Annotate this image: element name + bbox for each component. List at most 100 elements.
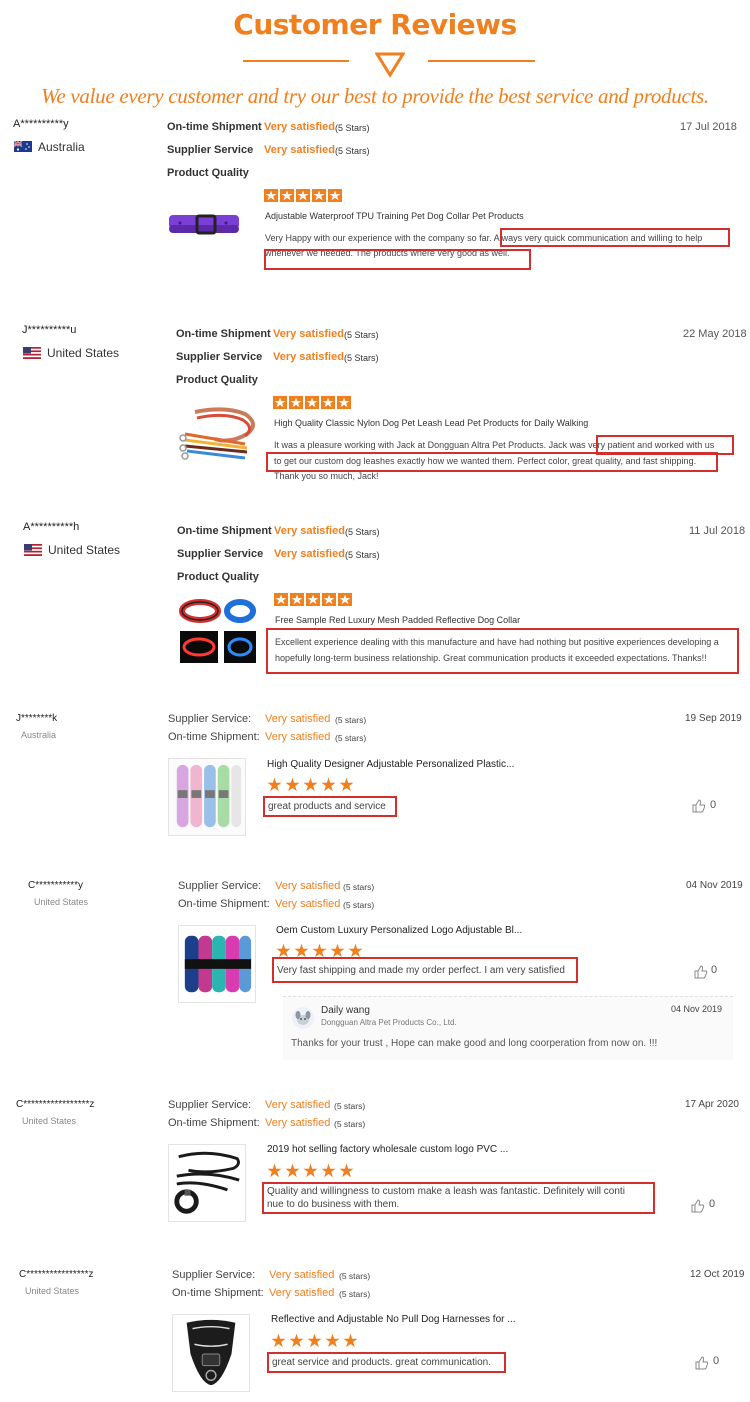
title-divider-right: [428, 60, 535, 62]
stars-note: (5 stars): [335, 733, 367, 743]
reviewer-country: United States: [34, 897, 89, 907]
product-image: [178, 597, 258, 665]
reviewer-name: A**********y: [13, 118, 69, 130]
rating-supplier-service: Very satisfied: [265, 1099, 331, 1111]
review-text: Very fast shipping and made my order per…: [277, 965, 565, 976]
thumbs-up-icon[interactable]: [694, 965, 708, 979]
product-image[interactable]: [168, 1144, 246, 1222]
label-ontime-shipment: On-time Shipment: [167, 121, 262, 133]
review-date: 19 Sep 2019: [685, 713, 742, 724]
highlight-box: [500, 228, 730, 247]
star-rating: [264, 189, 342, 202]
stars-note: (5 Stars): [344, 353, 379, 363]
rating-supplier-service: Very satisfied: [273, 351, 344, 363]
stars-note: (5 stars): [334, 1101, 366, 1111]
reviewer-country: United States: [25, 1286, 80, 1296]
thumbs-up-icon[interactable]: [692, 799, 706, 813]
highlight-box: [266, 452, 718, 472]
reviewer-country: United States: [47, 346, 120, 360]
reviewer-name: A**********h: [23, 521, 80, 533]
thumbs-up-icon[interactable]: [691, 1199, 705, 1213]
stars-note: (5 Stars): [335, 146, 370, 156]
label-supplier-service: Supplier Service:: [168, 713, 252, 725]
label-ontime-shipment: On-time Shipment:: [168, 731, 260, 743]
rating-supplier-service: Very satisfied: [264, 144, 335, 156]
product-image[interactable]: [168, 758, 246, 836]
label-ontime-shipment: On-time Shipment: [176, 328, 271, 340]
rating-supplier-service: Very satisfied: [275, 880, 341, 892]
rating-ontime-shipment: Very satisfied: [275, 898, 341, 910]
down-triangle-icon: [375, 52, 405, 78]
stars-note: (5 Stars): [345, 527, 380, 537]
star-rating: [267, 1163, 354, 1178]
reviewer-name: C****************z: [19, 1269, 94, 1280]
us-flag-icon: [23, 347, 41, 359]
stars-note: (5 stars): [334, 1119, 366, 1129]
review-text: great service and products. great commun…: [272, 1357, 491, 1368]
product-image[interactable]: [172, 1314, 250, 1392]
label-ontime-shipment: On-time Shipment:: [168, 1117, 260, 1129]
rating-ontime-shipment: Very satisfied: [269, 1287, 335, 1299]
stars-note: (5 stars): [343, 900, 375, 910]
review-text: hopefully long-term business relationshi…: [275, 653, 707, 663]
tagline: We value every customer and try our best…: [41, 84, 709, 108]
review-text: nue to do business with them.: [267, 1199, 400, 1210]
stars-note: (5 stars): [343, 882, 375, 892]
rating-ontime-shipment: Very satisfied: [264, 121, 335, 133]
reviewer-country: United States: [48, 543, 121, 557]
product-name[interactable]: Reflective and Adjustable No Pull Dog Ha…: [271, 1314, 516, 1325]
product-name[interactable]: High Quality Designer Adjustable Persona…: [267, 759, 514, 770]
rating-supplier-service: Very satisfied: [265, 713, 331, 725]
label-supplier-service: Supplier Service:: [172, 1269, 256, 1281]
label-product-quality: Product Quality: [177, 571, 259, 583]
page-title: Customer Reviews: [233, 8, 517, 41]
review-text: Excellent experience dealing with this m…: [275, 637, 719, 647]
us-flag-icon: [24, 544, 42, 556]
label-ontime-shipment: On-time Shipment:: [178, 898, 270, 910]
reviewer-country: United States: [22, 1116, 77, 1126]
stars-note: (5 Stars): [344, 330, 379, 340]
review-date: 17 Jul 2018: [680, 121, 737, 133]
star-rating: [274, 593, 352, 606]
label-ontime-shipment: On-time Shipment: [177, 525, 272, 537]
product-image[interactable]: [178, 925, 256, 1003]
label-supplier-service: Supplier Service: [177, 548, 264, 560]
like-count: 0: [713, 1355, 720, 1367]
product-image: [166, 207, 246, 247]
reviewer-country: Australia: [38, 140, 85, 154]
star-rating: [273, 396, 351, 409]
star-rating: [271, 1333, 358, 1348]
review-text: great products and service: [268, 801, 386, 812]
product-name: High Quality Classic Nylon Dog Pet Leash…: [274, 418, 589, 428]
review-date: 22 May 2018: [683, 328, 747, 340]
reviewer-name: J********k: [16, 713, 58, 724]
product-name: Free Sample Red Luxury Mesh Padded Refle…: [275, 615, 521, 625]
stars-note: (5 stars): [339, 1271, 371, 1281]
rating-ontime-shipment: Very satisfied: [265, 1117, 331, 1129]
label-supplier-service: Supplier Service:: [168, 1099, 252, 1111]
rating-ontime-shipment: Very satisfied: [274, 525, 345, 537]
review-date: 12 Oct 2019: [690, 1269, 745, 1280]
product-name[interactable]: 2019 hot selling factory wholesale custo…: [267, 1144, 508, 1155]
product-name: Adjustable Waterproof TPU Training Pet D…: [265, 211, 524, 221]
rating-ontime-shipment: Very satisfied: [265, 731, 331, 743]
review-date: 11 Jul 2018: [689, 525, 746, 537]
reviewer-name: J**********u: [22, 324, 77, 336]
stars-note: (5 Stars): [335, 123, 370, 133]
star-rating: [276, 943, 363, 958]
title-divider-left: [243, 60, 349, 62]
label-supplier-service: Supplier Service: [176, 351, 263, 363]
reply-text: Thanks for your trust , Hope can make go…: [291, 1038, 658, 1049]
thumbs-up-icon[interactable]: [695, 1356, 709, 1370]
reviewer-country: Australia: [21, 730, 57, 740]
star-rating: [267, 777, 354, 792]
reviewer-name: C***********y: [28, 880, 84, 891]
rating-ontime-shipment: Very satisfied: [273, 328, 344, 340]
stars-note: (5 Stars): [345, 550, 380, 560]
like-count: 0: [710, 799, 717, 811]
product-name[interactable]: Oem Custom Luxury Personalized Logo Adju…: [276, 925, 522, 936]
label-supplier-service: Supplier Service: [167, 144, 254, 156]
reply-author: Daily wang: [321, 1005, 370, 1016]
reply-company: Dongguan Altra Pet Products Co., Ltd.: [321, 1018, 457, 1027]
like-count: 0: [709, 1198, 716, 1210]
